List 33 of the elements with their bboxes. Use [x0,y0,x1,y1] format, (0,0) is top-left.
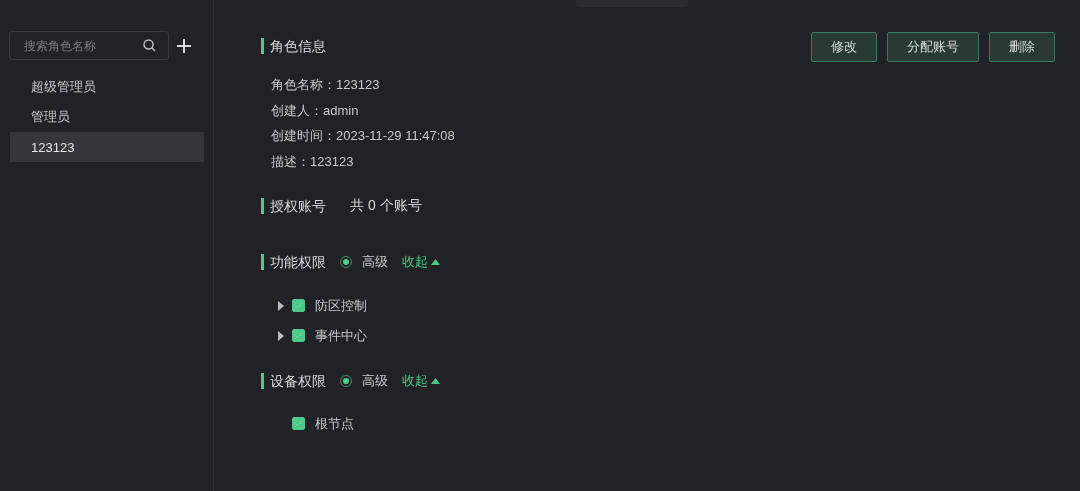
expand-caret-icon[interactable] [277,330,285,341]
info-text: 角色名称：123123 [271,76,381,94]
section-title: 角色信息 [261,38,326,54]
check-icon [293,330,304,341]
account-count: 共 0 个账号 [350,197,422,215]
collapse-link[interactable]: 收起 [402,253,440,271]
section-title: 设备权限 [261,373,326,389]
role-item[interactable]: 123123 [10,132,204,162]
action-button[interactable]: 修改 [811,32,877,62]
add-icon[interactable] [177,38,191,53]
action-button[interactable]: 删除 [989,32,1055,62]
tree-node-label: 事件中心 [315,326,367,345]
section-title: 功能权限 [261,254,326,270]
check-icon [293,300,304,311]
role-item[interactable]: 超级管理员 [10,72,204,102]
info-text: 创建时间：2023-11-29 11:47:08 [271,127,456,145]
action-button[interactable]: 分配账号 [887,32,979,62]
info-text: 创建人：admin [271,101,360,120]
expand-caret-icon[interactable] [277,300,285,311]
collapse-link[interactable]: 收起 [402,372,440,390]
check-icon [293,418,304,429]
info-text: 描述：123123 [271,152,355,171]
checkbox[interactable] [292,417,305,430]
tree-node-label: 防区控制 [315,296,367,315]
radio-label: 高级 [362,372,388,390]
tree-node-label: 根节点 [315,414,354,433]
search-icon [143,39,156,52]
role-item[interactable]: 管理员 [10,102,204,132]
radio-label: 高级 [362,253,388,271]
checkbox[interactable] [292,299,305,312]
section-title: 授权账号 [261,198,326,214]
checkbox[interactable] [292,329,305,342]
search-field[interactable]: 搜索角色名称 [9,31,169,60]
